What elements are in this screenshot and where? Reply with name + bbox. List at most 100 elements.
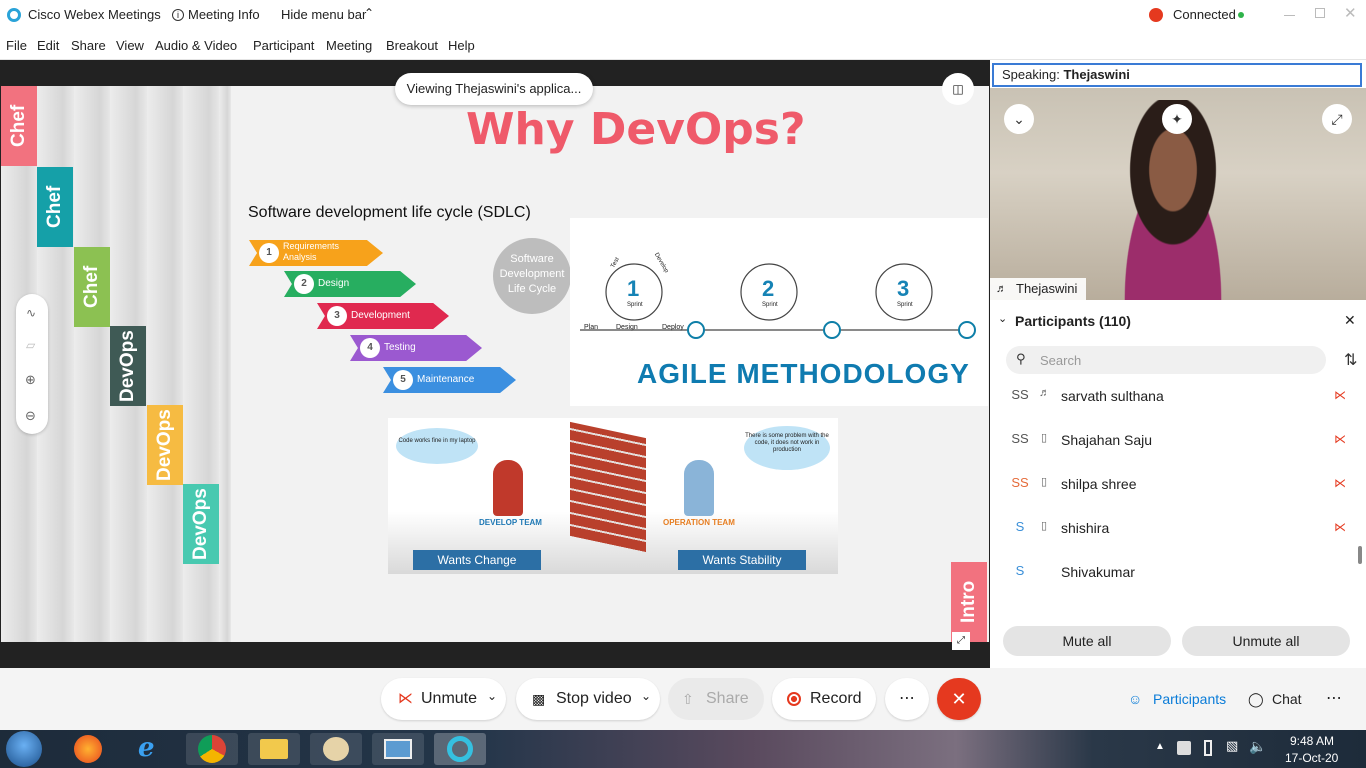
search-icon: ⚲ <box>1016 351 1026 366</box>
phone-icon: ▯ <box>1041 476 1048 488</box>
sort-icon[interactable]: ⇅ <box>1344 350 1357 370</box>
zoom-in-icon[interactable]: ⊕ <box>25 372 36 388</box>
zoom-out-icon[interactable]: ⊖ <box>25 408 36 424</box>
stop-video-label: Stop video <box>556 690 632 707</box>
recording-status-icon <box>1149 8 1163 22</box>
unmute-button[interactable]: ⋉ Unmute ⌄ <box>381 678 506 720</box>
battery-icon[interactable] <box>1204 740 1212 756</box>
menu-edit[interactable]: Edit <box>37 38 59 53</box>
shared-slide: Chef Chef Chef DevOps DevOps DevOps Intr… <box>1 86 989 642</box>
participants-panel-button[interactable]: ☺ Participants <box>1118 678 1236 720</box>
network-icon[interactable]: ▧ <box>1226 738 1238 754</box>
internet-explorer-icon[interactable]: e <box>124 733 176 765</box>
record-button[interactable]: Record <box>772 678 876 720</box>
start-button[interactable] <box>6 731 42 767</box>
connection-status: Connected <box>1173 7 1236 22</box>
chevron-up-icon[interactable]: ⌃ <box>364 6 374 20</box>
collapse-video-icon[interactable]: ⌄ <box>1004 104 1034 134</box>
layout-toggle-icon[interactable]: ◫ <box>942 73 974 105</box>
unmute-all-button[interactable]: Unmute all <box>1182 626 1350 656</box>
slide-tab-devops: DevOps <box>183 484 219 564</box>
windows-taskbar: e ▲ ▧ 🔈 9:48 AM 17-Oct-20 <box>0 730 1366 768</box>
participant-name: shishira <box>1061 520 1110 536</box>
participant-name: Shajahan Saju <box>1061 432 1153 448</box>
agile-title: AGILE METHODOLOGY <box>637 358 970 389</box>
chat-bubble-icon: ◯ <box>1248 691 1264 707</box>
muted-mic-icon[interactable]: ⋉ <box>1334 388 1346 402</box>
restore-icon[interactable] <box>1315 8 1325 18</box>
firefox-icon[interactable] <box>62 733 114 765</box>
operation-team-label: OPERATION TEAM <box>663 518 735 527</box>
chat-label: Chat <box>1272 691 1302 707</box>
pen-icon[interactable]: ∿ <box>26 306 36 320</box>
volume-icon[interactable]: 🔈 <box>1249 738 1266 755</box>
clock-date[interactable]: 17-Oct-20 <box>1285 751 1338 765</box>
menu-file[interactable]: File <box>6 38 27 53</box>
participant-row[interactable]: SS ♬ sarvath sulthana ⋉ <box>990 375 1366 419</box>
meeting-info-button[interactable]: Meeting Info <box>188 7 260 22</box>
agile-diagram: 1 2 3 Sprint Sprint Sprint Test Develop … <box>570 218 988 406</box>
participant-search[interactable]: ⚲ Search <box>1006 346 1326 374</box>
muted-mic-icon[interactable]: ⋉ <box>1334 476 1346 490</box>
developer-figure <box>493 460 523 516</box>
menu-audio-video[interactable]: Audio & Video <box>155 38 237 53</box>
share-button[interactable]: ⇧ Share <box>668 678 764 720</box>
hide-menu-bar-button[interactable]: Hide menu bar <box>281 7 366 22</box>
clock-time[interactable]: 9:48 AM <box>1290 734 1334 748</box>
menu-help[interactable]: Help <box>448 38 475 53</box>
chevron-down-icon[interactable]: ⌄ <box>487 675 497 717</box>
show-hidden-icons[interactable]: ▲ <box>1155 741 1165 752</box>
chrome-icon[interactable] <box>186 733 238 765</box>
photo-viewer-icon[interactable] <box>372 733 424 765</box>
pin-icon[interactable]: ✦ <box>1162 104 1192 134</box>
end-call-button[interactable]: ✕ <box>937 678 981 720</box>
webex-logo-icon <box>7 8 21 22</box>
participant-row[interactable]: SS ▯ shilpa shree ⋉ <box>990 463 1366 507</box>
menu-breakout[interactable]: Breakout <box>386 38 438 53</box>
expand-video-icon[interactable]: ⤢ <box>1322 104 1352 134</box>
search-input[interactable]: Search <box>1040 353 1081 368</box>
fullscreen-icon[interactable]: ⤢ <box>952 632 970 650</box>
menu-participant[interactable]: Participant <box>253 38 314 53</box>
avatar: SS <box>1006 425 1034 453</box>
close-window-icon[interactable]: ✕ <box>1344 4 1357 22</box>
slide-tab-devops: DevOps <box>110 326 146 406</box>
connected-dot-icon <box>1238 12 1244 18</box>
minimize-icon[interactable] <box>1284 15 1295 16</box>
menu-meeting[interactable]: Meeting <box>326 38 372 53</box>
participant-row[interactable]: SS ▯ Shajahan Saju ⋉ <box>990 419 1366 463</box>
slide-tab-chef: Chef <box>74 247 110 327</box>
chat-panel-button[interactable]: ◯ Chat <box>1240 678 1310 720</box>
sprint-label: Sprint <box>897 302 913 308</box>
phone-icon: ▯ <box>1041 432 1048 444</box>
file-explorer-icon[interactable] <box>248 733 300 765</box>
webex-taskbar-icon[interactable] <box>434 733 486 765</box>
participant-name: Shivakumar <box>1061 564 1135 580</box>
participants-label: Participants <box>1153 691 1227 707</box>
shared-content-area: Chef Chef Chef DevOps DevOps DevOps Intr… <box>0 60 990 668</box>
more-options-button[interactable]: ⋯ <box>885 678 929 720</box>
participant-row[interactable]: S ▯ shishira ⋉ <box>990 507 1366 551</box>
muted-mic-icon[interactable]: ⋉ <box>1334 520 1346 534</box>
menu-view[interactable]: View <box>116 38 144 53</box>
annotation-toolbar: ∿ ▱ ⊕ ⊖ <box>16 294 48 434</box>
participant-row[interactable]: S Shivakumar <box>990 551 1366 595</box>
close-panel-icon[interactable]: ✕ <box>1344 312 1356 329</box>
paint-icon[interactable] <box>310 733 362 765</box>
action-center-icon[interactable] <box>1177 741 1191 755</box>
eraser-icon[interactable]: ▱ <box>26 338 35 352</box>
panel-more-button[interactable]: ⋯ <box>1316 678 1352 720</box>
speaking-name: Thejaswini <box>1063 67 1130 82</box>
sprint-number: 3 <box>897 276 910 301</box>
speaking-label: Speaking: <box>1002 67 1060 82</box>
sdlc-step: 1 Requirements Analysis <box>249 240 383 266</box>
chevron-down-icon[interactable]: ⌄ <box>641 675 651 717</box>
muted-mic-icon[interactable]: ⋉ <box>1334 432 1346 446</box>
stop-video-button[interactable]: ▩ Stop video ⌄ <box>516 678 660 720</box>
info-icon[interactable]: i <box>172 9 184 21</box>
mute-all-button[interactable]: Mute all <box>1003 626 1171 656</box>
participant-list-scrollbar[interactable] <box>1358 546 1362 564</box>
speaker-audio-icon: ♬ <box>996 283 1007 295</box>
chevron-down-icon[interactable]: ⌄ <box>998 312 1007 325</box>
menu-share[interactable]: Share <box>71 38 106 53</box>
